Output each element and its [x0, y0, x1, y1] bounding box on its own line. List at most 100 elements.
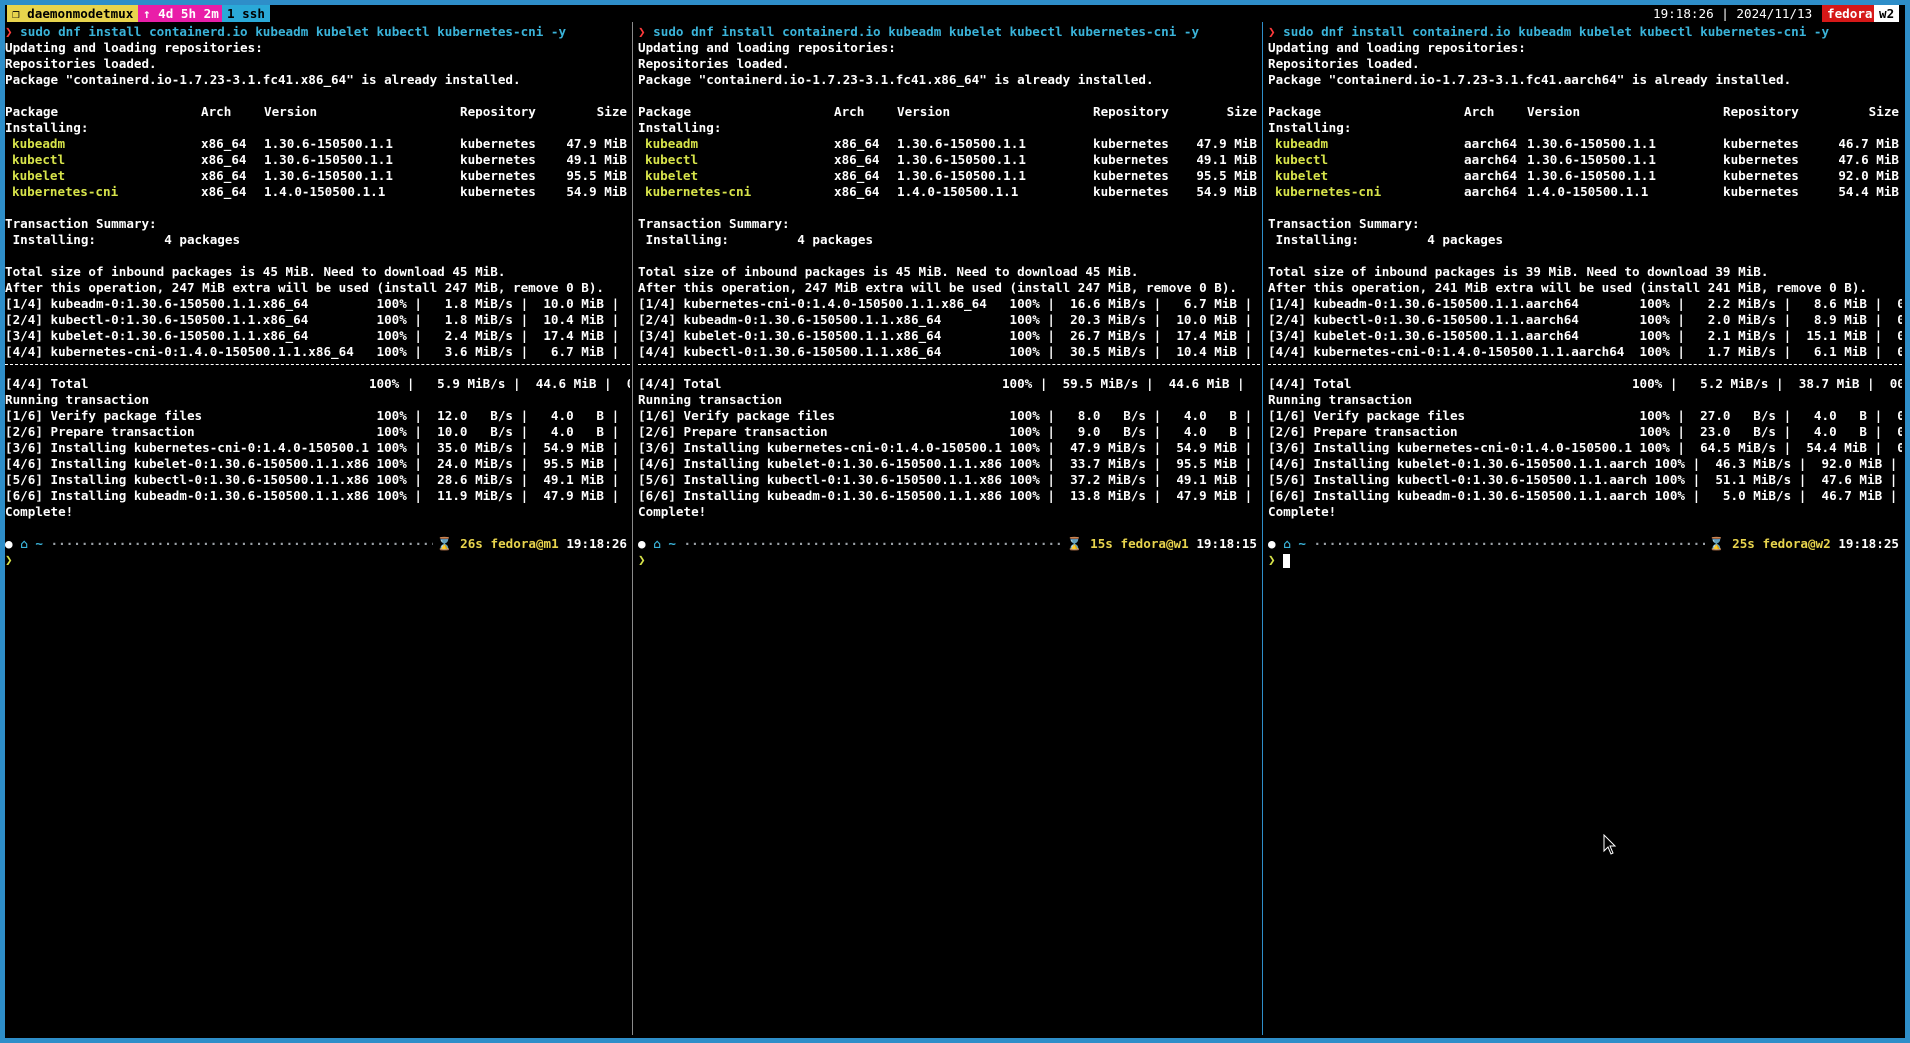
transaction-step-row: [3/6] Installing kubernetes-cni-0:1.4.0-…: [638, 440, 1260, 455]
running-line: Running transaction: [5, 392, 150, 407]
package-arch: aarch64: [1464, 152, 1518, 167]
header-package: Package: [638, 104, 692, 119]
transaction-step-row: [1/6] Verify package files 100% | 27.0 B…: [1268, 408, 1902, 423]
prompt-info-line: ● ⌂ ~ ··································…: [1268, 536, 1902, 552]
package-repo: kubernetes: [460, 152, 536, 167]
package-size: 95.5 MiB: [1196, 168, 1257, 183]
package-version: 1.30.6-150500.1.1: [1527, 152, 1656, 167]
prompt-user: fedora@m1: [490, 536, 559, 551]
download-row: [3/4] kubelet-0:1.30.6-150500.1.1.aarch6…: [1268, 328, 1902, 343]
prompt-time: 19:18:25: [1838, 536, 1899, 551]
package-version: 1.30.6-150500.1.1: [264, 152, 393, 167]
separator-line: [5, 360, 630, 368]
complete-line: Complete!: [1268, 504, 1337, 519]
output-line: Repositories loaded.: [638, 56, 790, 71]
package-arch: aarch64: [1464, 184, 1518, 199]
running-line: Running transaction: [1268, 392, 1413, 407]
prompt-right: ⌛ 26s fedora@m1 19:18:26: [432, 536, 627, 552]
header-arch: Arch: [1464, 104, 1495, 119]
package-repo: kubernetes: [1723, 184, 1799, 199]
input-line[interactable]: ❯: [1268, 552, 1902, 568]
pane-divider-left[interactable]: [632, 22, 633, 1035]
package-size: 47.6 MiB: [1838, 152, 1899, 167]
prompt-arrow-icon: ❯: [1268, 24, 1284, 39]
package-repo: kubernetes: [1723, 136, 1799, 151]
duration-label: ⌛ 15s: [1066, 536, 1113, 551]
transaction-step-row: [2/6] Prepare transaction 100% | 9.0 B/s…: [638, 424, 1260, 439]
package-arch: x86_64: [201, 184, 247, 199]
running-line: Running transaction: [638, 392, 783, 407]
package-row: kubernetes-cni x86_64 1.4.0-150500.1.1 kube…: [5, 184, 630, 200]
transaction-step-row: [2/6] Prepare transaction 100% | 23.0 B/…: [1268, 424, 1902, 439]
package-arch: x86_64: [201, 136, 247, 151]
package-repo: kubernetes: [1723, 168, 1799, 183]
pane-divider-right[interactable]: [1262, 22, 1263, 1035]
package-version: 1.30.6-150500.1.1: [897, 136, 1026, 151]
package-name: kubernetes-cni: [645, 184, 752, 199]
header-arch: Arch: [201, 104, 232, 119]
header-repository: Repository: [1093, 104, 1169, 119]
package-row: kubeadm aarch64 1.30.6-150500.1.1 kubernete…: [1268, 136, 1902, 152]
package-version: 1.4.0-150500.1.1: [1527, 184, 1649, 199]
prompt-info-line: ● ⌂ ~ ··································…: [638, 536, 1260, 552]
user-badge: w2: [1874, 5, 1900, 22]
package-arch: x86_64: [834, 184, 880, 199]
package-repo: kubernetes: [460, 136, 536, 151]
summary-title: Transaction Summary:: [5, 216, 157, 231]
host-badge: fedora: [1822, 5, 1878, 22]
header-size: Size: [1868, 104, 1899, 119]
transaction-step-row: [4/6] Installing kubelet-0:1.30.6-150500…: [5, 456, 630, 471]
package-version: 1.30.6-150500.1.1: [264, 136, 393, 151]
package-name: kubernetes-cni: [12, 184, 119, 199]
header-version: Version: [1527, 104, 1581, 119]
input-line[interactable]: ❯: [638, 552, 1260, 568]
package-arch: x86_64: [201, 152, 247, 167]
summary-title: Transaction Summary:: [638, 216, 790, 231]
package-size: 46.7 MiB: [1838, 136, 1899, 151]
session-name[interactable]: ❐ daemonmodetmux: [7, 5, 139, 22]
package-row: kubernetes-cni x86_64 1.4.0-150500.1.1 kube…: [638, 184, 1260, 200]
package-arch: x86_64: [201, 168, 247, 183]
download-row: [3/4] kubelet-0:1.30.6-150500.1.1.x86_64…: [5, 328, 630, 343]
package-repo: kubernetes: [1093, 136, 1169, 151]
summary-title: Transaction Summary:: [1268, 216, 1420, 231]
transaction-step-row: [1/6] Verify package files 100% | 8.0 B/…: [638, 408, 1260, 423]
package-size: 47.9 MiB: [1196, 136, 1257, 151]
package-version: 1.30.6-150500.1.1: [1527, 136, 1656, 151]
output-line: Updating and loading repositories:: [5, 40, 263, 55]
fedora-icon: ●: [1268, 536, 1276, 551]
package-size: 92.0 MiB: [1838, 168, 1899, 183]
installing-label: Installing:: [5, 120, 89, 135]
package-name: kubeadm: [645, 136, 699, 151]
package-size: 54.9 MiB: [1196, 184, 1257, 199]
package-version: 1.30.6-150500.1.1: [264, 168, 393, 183]
complete-line: Complete!: [638, 504, 707, 519]
package-repo: kubernetes: [1093, 168, 1169, 183]
window-tab-ssh[interactable]: 1 ssh: [222, 5, 270, 22]
terminal-pane-2[interactable]: ❯ sudo dnf install containerd.io kubeadm…: [638, 22, 1260, 1033]
package-row: kubectl x86_64 1.30.6-150500.1.1 kubernetes…: [638, 152, 1260, 168]
prompt-right: ⌛ 25s fedora@w2 19:18:25: [1704, 536, 1899, 552]
output-line: Updating and loading repositories:: [638, 40, 896, 55]
download-row: [2/4] kubeadm-0:1.30.6-150500.1.1.x86_64…: [638, 312, 1260, 327]
prompt-chevron-icon: ❯: [5, 552, 13, 567]
prompt-user: fedora@w1: [1120, 536, 1189, 551]
command-line: ❯ sudo dnf install containerd.io kubeadm…: [5, 24, 630, 40]
total-line: [4/4] Total 100% | 5.2 MiB/s | 38.7 MiB …: [1268, 376, 1902, 391]
package-row: kubeadm x86_64 1.30.6-150500.1.1 kubernetes…: [5, 136, 630, 152]
package-row: kubelet x86_64 1.30.6-150500.1.1 kubernetes…: [638, 168, 1260, 184]
output-line: Package "containerd.io-1.7.23-3.1.fc41.x…: [638, 72, 1154, 87]
input-line[interactable]: ❯: [5, 552, 630, 568]
transaction-step-row: [3/6] Installing kubernetes-cni-0:1.4.0-…: [1268, 440, 1902, 455]
package-size: 47.9 MiB: [566, 136, 627, 151]
header-repository: Repository: [1723, 104, 1799, 119]
download-row: [1/4] kubeadm-0:1.30.6-150500.1.1.x86_64…: [5, 296, 630, 311]
terminal-pane-1[interactable]: ❯ sudo dnf install containerd.io kubeadm…: [5, 22, 630, 1033]
header-arch: Arch: [834, 104, 865, 119]
download-row: [4/4] kubectl-0:1.30.6-150500.1.1.x86_64…: [638, 344, 1260, 359]
terminal-pane-3[interactable]: ❯ sudo dnf install containerd.io kubeadm…: [1268, 22, 1902, 1033]
package-version: 1.4.0-150500.1.1: [264, 184, 386, 199]
command-line: ❯ sudo dnf install containerd.io kubeadm…: [1268, 24, 1902, 40]
package-row: kubelet aarch64 1.30.6-150500.1.1 kubernete…: [1268, 168, 1902, 184]
package-version: 1.30.6-150500.1.1: [897, 168, 1026, 183]
